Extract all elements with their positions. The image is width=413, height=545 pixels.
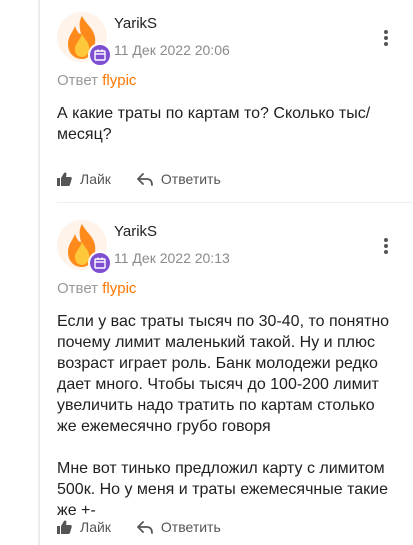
comment-divider <box>57 202 413 203</box>
reply-to-user-link[interactable]: flypic <box>102 280 136 297</box>
reply-button[interactable]: Ответить <box>137 171 221 187</box>
like-label: Лайк <box>80 519 111 535</box>
reply-prefix: Ответ <box>57 280 99 297</box>
reply-prefix: Ответ <box>57 72 99 89</box>
avatar[interactable] <box>57 12 112 67</box>
thread-line <box>38 0 40 545</box>
reply-button[interactable]: Ответить <box>137 519 221 535</box>
comment-actions: Лайк Ответить <box>57 171 247 187</box>
reply-arrow-icon <box>137 520 153 534</box>
more-vertical-icon[interactable] <box>383 236 389 256</box>
like-button[interactable]: Лайк <box>57 519 111 535</box>
reply-to-line: Ответ flypic <box>57 280 136 297</box>
like-label: Лайк <box>80 171 111 187</box>
comment: YarikS 11 Дек 2022 20:13 Ответ flypic Ес… <box>57 208 413 545</box>
reply-label: Ответить <box>160 171 221 187</box>
reply-arrow-icon <box>137 172 153 186</box>
comment-text: А какие траты по картам то? Сколько тыс/… <box>57 105 371 143</box>
comment-actions: Лайк Ответить <box>57 519 247 535</box>
more-vertical-icon[interactable] <box>383 28 389 48</box>
calendar-badge-icon <box>88 251 112 275</box>
reply-to-line: Ответ flypic <box>57 72 136 89</box>
reply-label: Ответить <box>160 519 221 535</box>
like-button[interactable]: Лайк <box>57 171 111 187</box>
comment-date: 11 Дек 2022 20:06 <box>114 42 230 58</box>
comment: YarikS 11 Дек 2022 20:06 Ответ flypic А … <box>57 0 413 200</box>
reply-to-user-link[interactable]: flypic <box>102 72 136 89</box>
thumbs-up-icon <box>57 172 72 186</box>
username[interactable]: YarikS <box>114 223 157 240</box>
thumbs-up-icon <box>57 520 72 534</box>
comment-text: Если у вас траты тысяч по 30-40, то поня… <box>57 313 390 519</box>
comment-date: 11 Дек 2022 20:13 <box>114 250 230 266</box>
calendar-badge-icon <box>88 43 112 67</box>
avatar[interactable] <box>57 220 112 275</box>
username[interactable]: YarikS <box>114 15 157 32</box>
